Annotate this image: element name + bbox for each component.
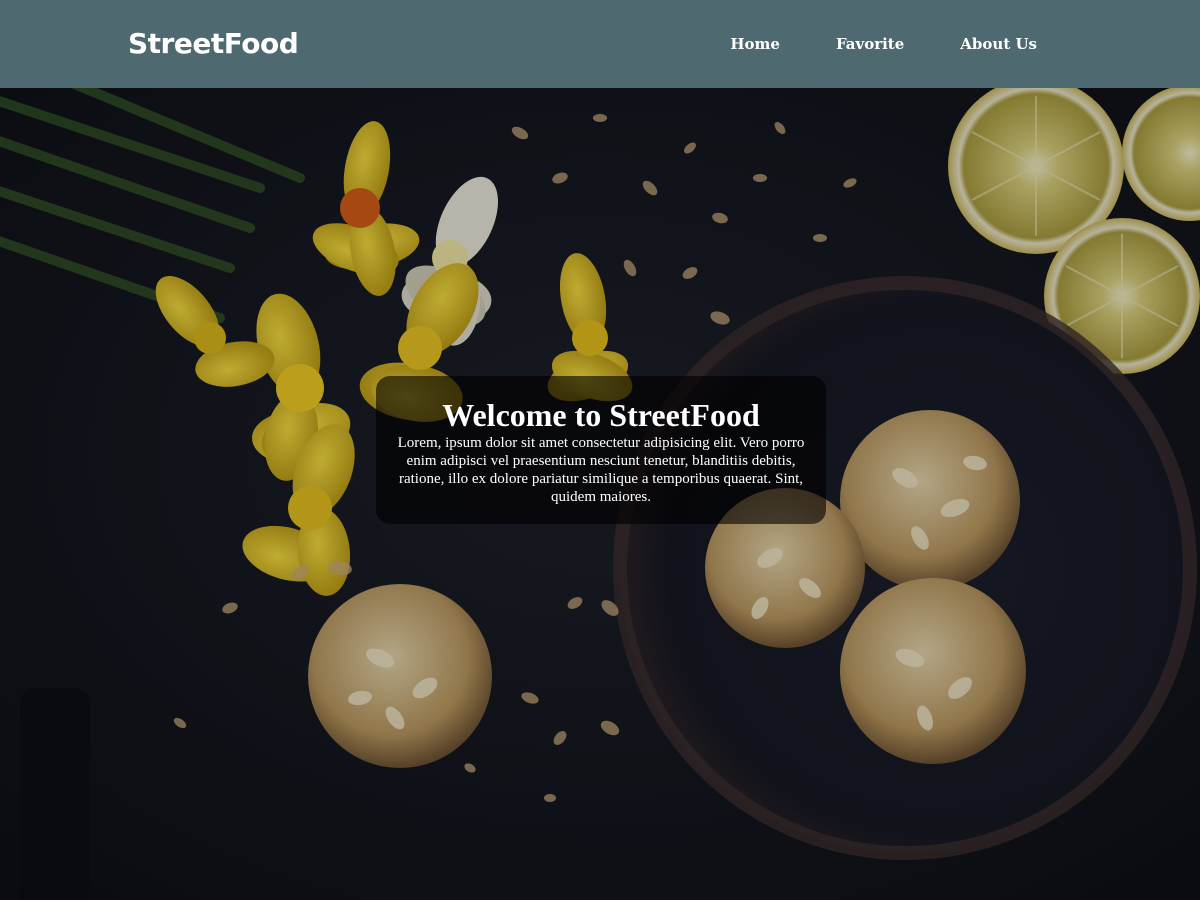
nav-link-favorite[interactable]: Favorite xyxy=(836,35,904,53)
nav-link-home[interactable]: Home xyxy=(730,35,780,53)
nav-link-about-us[interactable]: About Us xyxy=(960,35,1037,53)
nav-links: Home Favorite About Us xyxy=(730,30,1037,58)
nav-item-home: Home xyxy=(730,30,780,58)
nav-item-about-us: About Us xyxy=(960,30,1037,58)
hero-title: Welcome to StreetFood xyxy=(442,397,760,433)
nav-item-favorite: Favorite xyxy=(836,30,904,58)
navbar: StreetFood Home Favorite About Us xyxy=(0,0,1200,88)
hero-section: Welcome to StreetFood Lorem, ipsum dolor… xyxy=(0,88,1200,900)
welcome-card: Welcome to StreetFood Lorem, ipsum dolor… xyxy=(376,376,826,524)
site-logo[interactable]: StreetFood xyxy=(128,22,299,66)
hero-description: Lorem, ipsum dolor sit amet consectetur … xyxy=(397,435,805,505)
